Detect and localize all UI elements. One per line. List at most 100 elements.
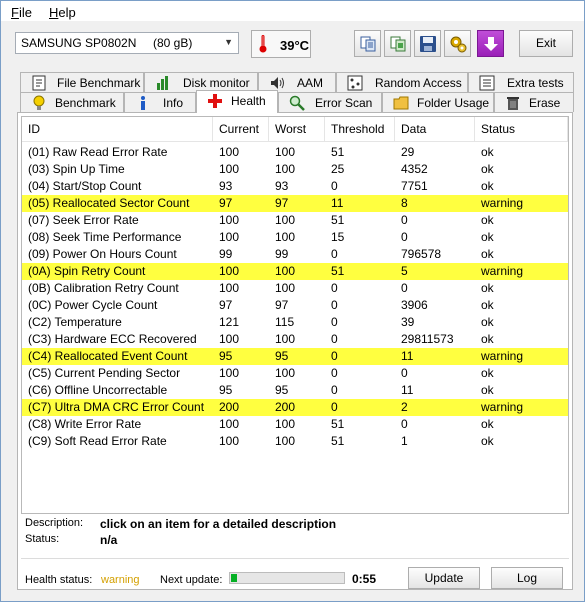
- drive-select[interactable]: SAMSUNG SP0802N (80 gB) ▼: [15, 32, 239, 54]
- table-row[interactable]: (04) Start/Stop Count 93 93 0 7751 ok: [22, 178, 568, 195]
- tab-file-benchmark[interactable]: File Benchmark: [20, 72, 144, 92]
- cell-id: (C2) Temperature: [28, 315, 122, 329]
- status-bar: Health status: warning Next update: 0:55…: [18, 565, 574, 591]
- table-row[interactable]: (09) Power On Hours Count 99 99 0 796578 ok: [22, 246, 568, 263]
- tab-random-access[interactable]: Random Access: [336, 72, 468, 92]
- cell-threshold: 15: [331, 230, 345, 244]
- save-button[interactable]: [414, 30, 441, 57]
- update-progress-bar: [229, 572, 345, 584]
- divider: [21, 558, 569, 559]
- cell-threshold: 0: [331, 383, 338, 397]
- gears-icon: [450, 36, 467, 53]
- cell-id: (04) Start/Stop Count: [28, 179, 142, 193]
- cell-worst: 100: [275, 162, 296, 176]
- copy-text-button[interactable]: [354, 30, 381, 57]
- menu-help[interactable]: Help: [49, 5, 76, 20]
- table-row[interactable]: (08) Seek Time Performance 100 100 15 0 ok: [22, 229, 568, 246]
- copy-screenshot-button[interactable]: [384, 30, 411, 57]
- tab-label: Extra tests: [507, 76, 564, 90]
- cell-id: (C3) Hardware ECC Recovered: [28, 332, 197, 346]
- update-button[interactable]: Update: [408, 567, 480, 589]
- cell-id: (01) Raw Read Error Rate: [28, 145, 168, 159]
- cell-threshold: 0: [331, 281, 338, 295]
- tab-error-scan[interactable]: Error Scan: [278, 92, 382, 112]
- cell-status: ok: [481, 230, 494, 244]
- col-threshold-header[interactable]: Threshold: [325, 117, 395, 141]
- table-row[interactable]: (03) Spin Up Time 100 100 25 4352 ok: [22, 161, 568, 178]
- tab-aam[interactable]: AAM: [258, 72, 336, 92]
- table-row[interactable]: (C4) Reallocated Event Count 95 95 0 11 warni…: [22, 348, 568, 365]
- col-worst-header[interactable]: Worst: [269, 117, 325, 141]
- cell-worst: 100: [275, 230, 296, 244]
- cell-current: 100: [219, 417, 240, 431]
- cell-status: ok: [481, 366, 494, 380]
- cell-worst: 200: [275, 400, 296, 414]
- tab-label: Erase: [529, 96, 561, 110]
- exit-button[interactable]: Exit: [519, 30, 573, 57]
- copy-image-icon: [390, 36, 406, 52]
- cell-status: ok: [481, 298, 494, 312]
- cell-threshold: 0: [331, 247, 338, 261]
- tab-health[interactable]: Health: [196, 90, 278, 113]
- disk-monitor-icon: [157, 76, 168, 90]
- cell-threshold: 51: [331, 434, 345, 448]
- speaker-icon: [271, 77, 284, 89]
- cell-status: ok: [481, 383, 494, 397]
- table-row[interactable]: (01) Raw Read Error Rate 100 100 51 29 ok: [22, 144, 568, 161]
- table-row[interactable]: (C5) Current Pending Sector 100 100 0 0 ok: [22, 365, 568, 382]
- table-row[interactable]: (0B) Calibration Retry Count 100 100 0 0 ok: [22, 280, 568, 297]
- smart-table[interactable]: ID Current Worst Threshold Data Status (…: [21, 116, 569, 514]
- table-row[interactable]: (C7) Ultra DMA CRC Error Count 200 200 0 2 wa…: [22, 399, 568, 416]
- menu-bar: File Help: [1, 1, 584, 21]
- description-value: click on an item for a detailed descript…: [100, 517, 337, 531]
- cell-id: (C9) Soft Read Error Rate: [28, 434, 167, 448]
- col-data-header[interactable]: Data: [395, 117, 475, 141]
- cell-status: ok: [481, 162, 494, 176]
- tab-disk-monitor[interactable]: Disk monitor: [144, 72, 258, 92]
- col-current-header[interactable]: Current: [213, 117, 269, 141]
- cell-status: ok: [481, 145, 494, 159]
- cell-threshold: 0: [331, 179, 338, 193]
- log-button[interactable]: Log: [491, 567, 563, 589]
- cell-status: warning: [481, 264, 524, 278]
- status-value: n/a: [100, 533, 118, 547]
- tab-folder-usage[interactable]: Folder Usage: [382, 92, 494, 112]
- cell-current: 95: [219, 349, 233, 363]
- table-row[interactable]: (0A) Spin Retry Count 100 100 51 5 warning: [22, 263, 568, 280]
- cell-status: warning: [481, 196, 524, 210]
- tab-benchmark[interactable]: Benchmark: [20, 92, 124, 112]
- cell-current: 100: [219, 264, 240, 278]
- cell-worst: 100: [275, 332, 296, 346]
- table-row[interactable]: (05) Reallocated Sector Count 97 97 11 8 warn…: [22, 195, 568, 212]
- update-timer: 0:55: [352, 572, 377, 586]
- random-access-icon: [347, 75, 363, 91]
- tab-label: Benchmark: [55, 96, 116, 110]
- cell-id: (0B) Calibration Retry Count: [28, 281, 179, 295]
- cell-status: ok: [481, 315, 494, 329]
- table-row[interactable]: (07) Seek Error Rate 100 100 51 0 ok: [22, 212, 568, 229]
- cell-threshold: 0: [331, 400, 338, 414]
- col-status-header[interactable]: Status: [475, 117, 568, 141]
- col-id-header[interactable]: ID: [22, 117, 213, 141]
- cell-data: 1: [401, 434, 408, 448]
- table-row[interactable]: (C2) Temperature 121 115 0 39 ok: [22, 314, 568, 331]
- cell-data: 39: [401, 315, 415, 329]
- tab-info[interactable]: Info: [124, 92, 196, 112]
- cell-data: 0: [401, 281, 408, 295]
- cell-id: (C8) Write Error Rate: [28, 417, 142, 431]
- tab-erase[interactable]: Erase: [494, 92, 574, 112]
- cell-id: (03) Spin Up Time: [28, 162, 125, 176]
- cell-data: 7751: [401, 179, 428, 193]
- download-button[interactable]: [477, 30, 504, 57]
- table-row[interactable]: (C6) Offline Uncorrectable 95 95 0 11 ok: [22, 382, 568, 399]
- cell-data: 5: [401, 264, 408, 278]
- table-row[interactable]: (C3) Hardware ECC Recovered 100 100 0 298115…: [22, 331, 568, 348]
- options-button[interactable]: [444, 30, 471, 57]
- tab-extra-tests[interactable]: Extra tests: [468, 72, 574, 92]
- menu-file[interactable]: File: [11, 5, 32, 20]
- table-row[interactable]: (C9) Soft Read Error Rate 100 100 51 1 ok: [22, 433, 568, 450]
- table-row[interactable]: (0C) Power Cycle Count 97 97 0 3906 ok: [22, 297, 568, 314]
- description-area: Description: click on an item for a deta…: [24, 515, 564, 555]
- table-row[interactable]: (C8) Write Error Rate 100 100 51 0 ok: [22, 416, 568, 433]
- cell-data: 11: [401, 383, 414, 397]
